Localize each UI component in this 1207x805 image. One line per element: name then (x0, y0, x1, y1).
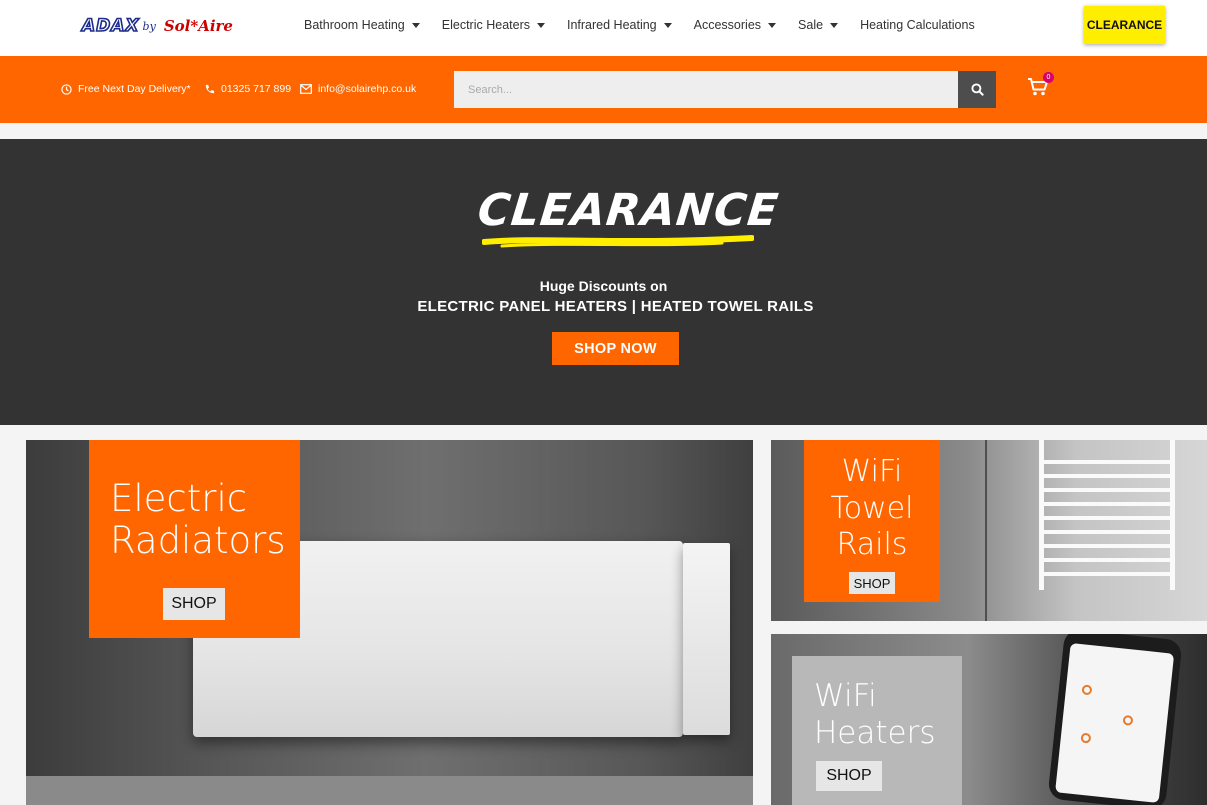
tile-title-line: Towel (830, 490, 914, 526)
clearance-hero-banner: CLEARANCE Huge Discounts on ELECTRIC PAN… (0, 139, 1207, 425)
envelope-icon (300, 84, 312, 94)
smartphone-app-image (1047, 634, 1183, 805)
shop-button[interactable]: SHOP (849, 572, 895, 594)
tile-title: Electric Radiators (110, 478, 286, 562)
nav-item-heating-calculations[interactable]: Heating Calculations (860, 18, 975, 32)
phone-link[interactable]: 01325 717 899 (204, 83, 291, 95)
clock-icon (61, 83, 72, 95)
chevron-down-icon (411, 22, 420, 28)
nav-item-electric-heaters[interactable]: Electric Heaters (442, 18, 545, 32)
search-input[interactable] (454, 71, 958, 108)
shop-button[interactable]: SHOP (816, 761, 882, 791)
logo-by-text: by (142, 19, 156, 33)
chevron-down-icon (537, 22, 545, 28)
logo-adax-text: ADAX (81, 15, 140, 37)
nav-item-label: Sale (798, 18, 824, 32)
shop-now-button[interactable]: SHOP NOW (552, 332, 679, 365)
tile-title: WiFi Towel Rails (804, 454, 940, 564)
hero-title: CLEARANCE (475, 185, 782, 236)
towel-rail-product-image (1039, 440, 1175, 590)
tile-title-line: WiFi (841, 454, 903, 489)
clearance-button[interactable]: CLEARANCE (1084, 6, 1165, 44)
logo-solaire-text: Sol*Aire (157, 13, 239, 41)
email-text: info@solairehp.co.uk (318, 83, 417, 95)
nav-item-infrared-heating[interactable]: Infrared Heating (567, 18, 672, 32)
wifi-towel-rails-tile[interactable]: WiFi Towel Rails SHOP (771, 440, 1207, 621)
nav-item-bathroom-heating[interactable]: Bathroom Heating (304, 18, 420, 32)
nav-item-accessories[interactable]: Accessories (693, 18, 777, 32)
skirting-board-image (26, 776, 753, 805)
electric-radiators-tile[interactable]: Electric Radiators SHOP (26, 440, 753, 805)
radiator-control-panel-image (683, 543, 730, 735)
chevron-down-icon (830, 22, 839, 28)
chevron-down-icon (663, 22, 672, 28)
nav-item-sale[interactable]: Sale (798, 18, 839, 32)
email-link[interactable]: info@solairehp.co.uk (300, 83, 416, 95)
top-navigation: ADAX by Sol*Aire Bathroom Heating Electr… (0, 0, 1207, 56)
search-button[interactable] (958, 71, 996, 108)
hero-title-graphic: CLEARANCE (475, 185, 782, 255)
search-form (454, 71, 996, 108)
tile-title-line: WiFi (814, 678, 877, 714)
info-search-bar: Free Next Day Delivery* 01325 717 899 in… (0, 56, 1207, 123)
tile-title-line: Rails (836, 527, 908, 563)
main-menu: Bathroom Heating Electric Heaters Infrar… (293, 0, 986, 50)
tile-title: WiFi Heaters (814, 678, 936, 752)
phone-icon (205, 84, 215, 93)
tile-title-line: Heaters (814, 715, 936, 752)
site-logo[interactable]: ADAX by Sol*Aire (81, 9, 239, 43)
hero-product-categories: ELECTRIC PANEL HEATERS | HEATED TOWEL RA… (417, 298, 814, 315)
nav-item-label: Electric Heaters (441, 18, 530, 32)
shop-button[interactable]: SHOP (163, 588, 225, 620)
wall-edge-image (985, 440, 987, 621)
tile-title-line: Radiators (110, 518, 286, 562)
hero-subtitle: Huge Discounts on (539, 278, 668, 294)
delivery-text: Free Next Day Delivery* (78, 83, 191, 95)
cart-count-badge: 0 (1043, 72, 1054, 83)
wifi-heaters-tile[interactable]: WiFi Heaters SHOP (771, 634, 1207, 805)
chevron-down-icon (768, 22, 777, 28)
nav-item-label: Heating Calculations (860, 18, 975, 32)
nav-item-label: Accessories (693, 18, 762, 32)
delivery-info: Free Next Day Delivery* (61, 83, 191, 95)
tile-title-line: Electric (110, 477, 248, 520)
nav-item-label: Infrared Heating (567, 18, 657, 32)
search-icon (970, 83, 984, 96)
phone-text: 01325 717 899 (221, 83, 292, 95)
cart-button[interactable]: 0 (1027, 72, 1054, 99)
nav-item-label: Bathroom Heating (304, 18, 405, 32)
